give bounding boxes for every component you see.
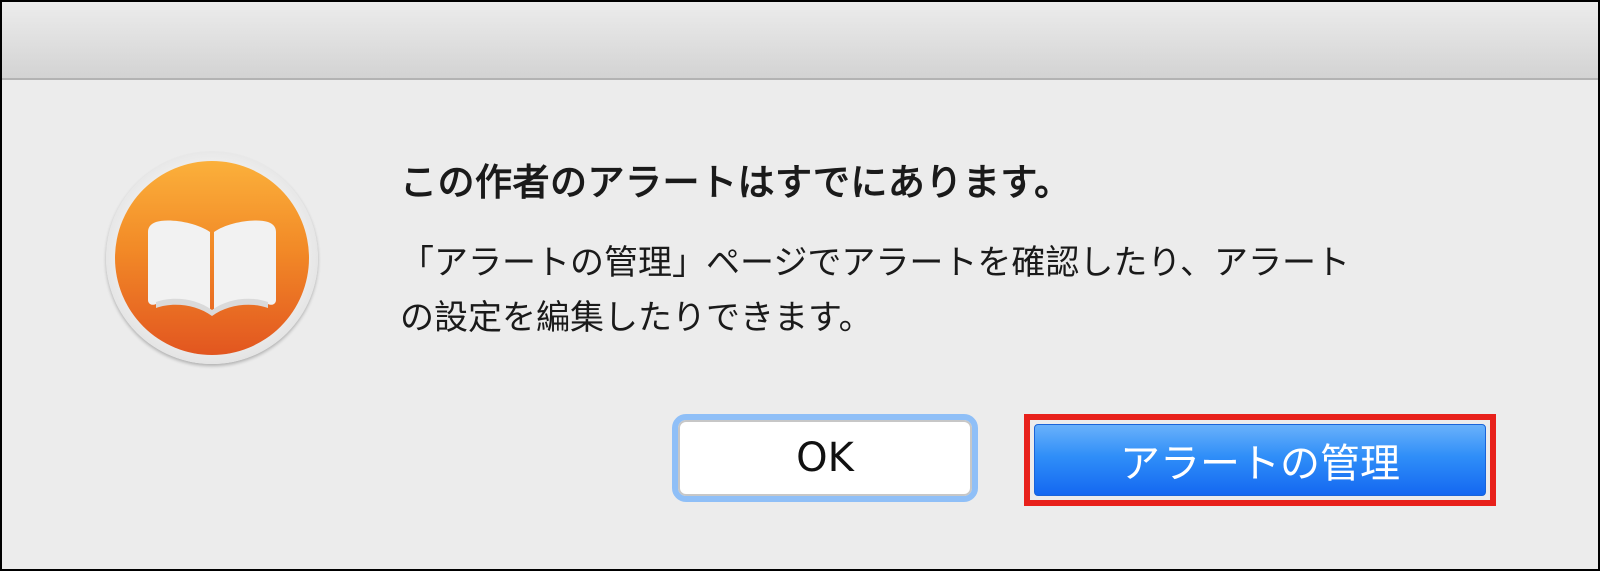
message-line-2: の設定を編集したりできます。 [400,298,873,338]
alert-dialog: この作者のアラートはすでにあります。 「アラートの管理」ページでアラートを確認し… [0,0,1600,571]
dialog-message: 「アラートの管理」ページでアラートを確認したり、アラート の設定を編集したりでき… [400,236,1490,346]
message-line-1: 「アラートの管理」ページでアラートを確認したり、アラート [400,243,1350,283]
dialog-titlebar [2,2,1598,80]
open-book-icon [148,220,276,316]
ibooks-app-icon [106,152,318,364]
dialog-title: この作者のアラートはすでにあります。 [400,161,1072,204]
manage-alerts-button[interactable]: アラートの管理 [1034,424,1486,496]
ok-button[interactable]: OK [672,414,978,502]
